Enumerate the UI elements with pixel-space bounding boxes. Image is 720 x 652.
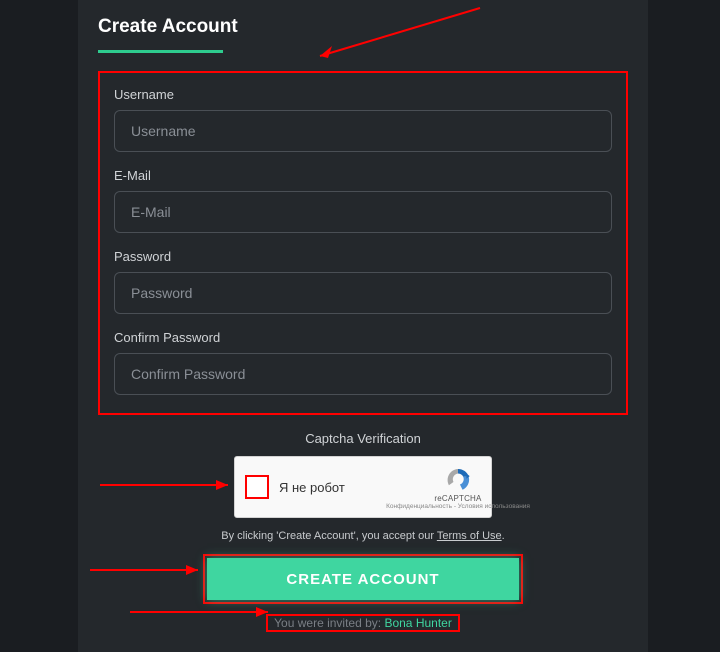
tos-suffix: . — [502, 530, 505, 542]
invited-container: You were invited by: Bona Hunter — [98, 614, 628, 632]
terms-text: By clicking 'Create Account', you accept… — [98, 530, 628, 542]
captcha-branding: reCAPTCHA Конфиденциальность - Условия и… — [425, 457, 491, 517]
email-input[interactable] — [114, 191, 612, 233]
create-account-panel: Create Account Username E-Mail Password … — [78, 0, 648, 652]
terms-of-use-link[interactable]: Terms of Use — [437, 530, 502, 542]
username-input[interactable] — [114, 110, 612, 152]
recaptcha-icon — [445, 467, 471, 493]
captcha-checkbox[interactable] — [245, 475, 269, 499]
page-title: Create Account — [98, 10, 628, 50]
invited-highlight-box: You were invited by: Bona Hunter — [266, 614, 460, 632]
confirm-password-input[interactable] — [114, 353, 612, 395]
title-underline — [98, 50, 223, 53]
invited-prefix: You were invited by: — [274, 616, 384, 630]
form-fields-highlight-box: Username E-Mail Password Confirm Passwor… — [98, 71, 628, 415]
password-label: Password — [114, 249, 612, 264]
captcha-title: Captcha Verification — [98, 431, 628, 446]
captcha-terms: Конфиденциальность - Условия использован… — [386, 503, 530, 510]
submit-highlight-box: CREATE ACCOUNT — [203, 554, 523, 604]
submit-container: CREATE ACCOUNT — [98, 554, 628, 604]
username-label: Username — [114, 87, 612, 102]
tos-prefix: By clicking 'Create Account', you accept… — [221, 530, 437, 542]
create-account-button[interactable]: CREATE ACCOUNT — [207, 558, 519, 600]
captcha-label: Я не робот — [279, 480, 345, 495]
email-label: E-Mail — [114, 168, 612, 183]
captcha-container: Я не робот reCAPTCHA Конфиденциальность … — [98, 456, 628, 518]
captcha-brand: reCAPTCHA — [434, 494, 481, 503]
invited-name: Bona Hunter — [384, 616, 451, 630]
recaptcha-widget[interactable]: Я не робот reCAPTCHA Конфиденциальность … — [234, 456, 492, 518]
password-input[interactable] — [114, 272, 612, 314]
confirm-password-label: Confirm Password — [114, 330, 612, 345]
